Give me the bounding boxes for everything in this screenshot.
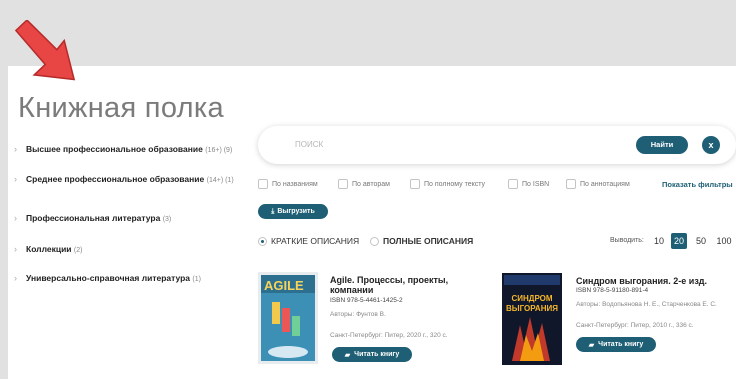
per-page-100[interactable]: 100	[713, 233, 735, 249]
view-mode-short[interactable]: КРАТКИЕ ОПИСАНИЯ	[258, 236, 359, 246]
per-page-20[interactable]: 20	[671, 233, 687, 249]
book-isbn: ISBN 978-5-4461-1425-2	[330, 297, 403, 304]
filter-by-full-text[interactable]: По полному тексту	[410, 179, 485, 189]
radio-unselected[interactable]	[370, 236, 379, 246]
book-title[interactable]: Синдром выгорания. 2-е изд.	[576, 276, 707, 286]
per-page-50[interactable]: 50	[691, 233, 711, 249]
chevron-right-icon: ›	[14, 144, 17, 154]
filter-by-title[interactable]: По названиям	[258, 179, 318, 189]
checkbox[interactable]	[258, 179, 268, 189]
book-cover-agile[interactable]: AGILE	[258, 272, 318, 364]
read-book-button[interactable]: ▰ Читать книгу	[332, 347, 412, 362]
svg-text:ВЫГОРАНИЯ: ВЫГОРАНИЯ	[506, 304, 558, 313]
red-arrow-icon	[14, 20, 76, 81]
chevron-right-icon: ›	[14, 244, 17, 254]
book-publisher: Санкт-Петербург: Питер, 2010 г., 336 с.	[576, 322, 694, 329]
clear-search-button[interactable]: x	[702, 136, 720, 154]
filter-by-authors[interactable]: По авторам	[338, 179, 390, 189]
download-icon: ⤓	[271, 207, 275, 215]
search-input[interactable]: ПОИСК	[295, 140, 323, 149]
category-item-professional-literature[interactable]: › Профессиональная литература (3)	[14, 212, 250, 226]
svg-text:СИНДРОМ: СИНДРОМ	[511, 294, 552, 303]
checkbox[interactable]	[508, 179, 518, 189]
view-mode-full[interactable]: ПОЛНЫЕ ОПИСАНИЯ	[370, 236, 473, 246]
book-authors: Авторы: Водопьянова Н. Е., Старченкова Е…	[576, 301, 717, 308]
category-item-secondary-education[interactable]: › Среднее профессиональное образование (1…	[14, 173, 250, 187]
book-publisher: Санкт-Петербург: Питер, 2020 г., 320 с.	[330, 332, 448, 339]
filter-by-annotations[interactable]: По аннотациям	[566, 179, 630, 189]
checkbox[interactable]	[410, 179, 420, 189]
book-cover-burnout[interactable]: СИНДРОМ ВЫГОРАНИЯ	[502, 273, 562, 365]
export-button[interactable]: ⤓ Выгрузить	[258, 204, 328, 219]
read-book-button[interactable]: ▰ Читать книгу	[576, 337, 656, 352]
show-filters-link[interactable]: Показать фильтры	[662, 180, 733, 189]
book-icon: ▰	[588, 341, 595, 349]
chevron-right-icon: ›	[14, 213, 17, 223]
checkbox[interactable]	[338, 179, 348, 189]
page-title: Книжная полка	[18, 92, 224, 124]
find-button[interactable]: Найти	[636, 136, 688, 154]
category-item-reference-literature[interactable]: › Универсально-справочная литература (1)	[14, 272, 250, 286]
book-authors: Авторы: Фунтов В.	[330, 311, 386, 318]
svg-text:AGILE: AGILE	[264, 278, 304, 293]
category-item-higher-education[interactable]: › Высшее профессиональное образование (16…	[14, 143, 250, 157]
output-label: Выводить:	[610, 237, 644, 244]
chevron-right-icon: ›	[14, 273, 17, 283]
book-isbn: ISBN 978-5-91180-891-4	[576, 287, 649, 294]
chevron-right-icon: ›	[14, 174, 17, 184]
filter-by-isbn[interactable]: По ISBN	[508, 179, 549, 189]
category-item-collections[interactable]: › Коллекции (2)	[14, 243, 250, 257]
checkbox[interactable]	[566, 179, 576, 189]
radio-selected[interactable]	[258, 236, 267, 246]
per-page-10[interactable]: 10	[651, 233, 667, 249]
search-bar: ПОИСК Найти x	[258, 126, 736, 164]
book-title[interactable]: Agile. Процессы, проекты, компании	[330, 275, 448, 295]
book-icon: ▰	[344, 351, 351, 359]
